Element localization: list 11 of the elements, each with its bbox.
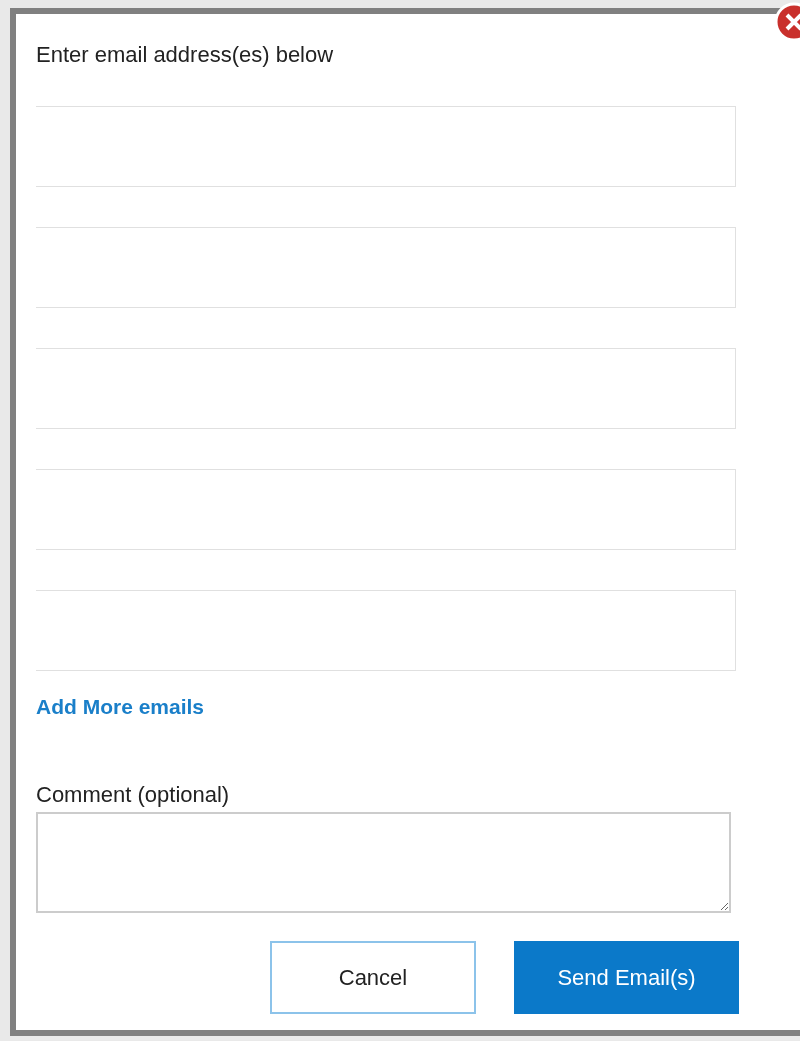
email-field[interactable] <box>36 106 736 187</box>
email-field[interactable] <box>36 227 736 308</box>
dialog-heading: Enter email address(es) below <box>36 42 335 69</box>
email-field[interactable] <box>36 590 736 671</box>
send-button[interactable]: Send Email(s) <box>514 941 739 1014</box>
cancel-button[interactable]: Cancel <box>270 941 476 1014</box>
comment-field[interactable] <box>36 812 731 913</box>
comment-label: Comment (optional) <box>36 782 231 808</box>
email-field[interactable] <box>36 348 736 429</box>
email-field[interactable] <box>36 469 736 550</box>
add-more-emails-link[interactable]: Add More emails <box>36 695 205 719</box>
